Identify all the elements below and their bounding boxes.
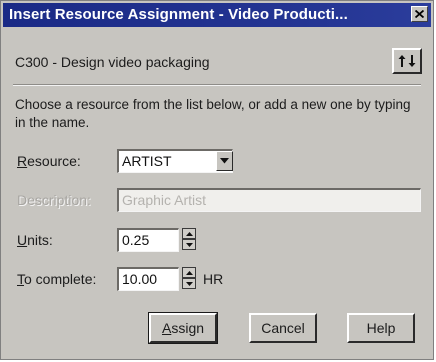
assign-button-label: Assign xyxy=(161,320,205,336)
close-icon xyxy=(415,10,424,18)
to-complete-value: 10.00 xyxy=(122,271,158,287)
help-button[interactable]: Help xyxy=(347,313,415,343)
to-complete-spin-down[interactable] xyxy=(183,279,195,288)
resource-value: ARTIST xyxy=(122,153,172,169)
to-complete-spin-up[interactable] xyxy=(183,268,195,277)
units-spin-down[interactable] xyxy=(183,240,195,249)
chevron-down-icon xyxy=(220,158,229,164)
title-bar[interactable]: Insert Resource Assignment - Video Produ… xyxy=(3,3,431,27)
units-spinner[interactable] xyxy=(182,228,196,250)
arrow-down-icon xyxy=(185,281,193,286)
arrow-up-icon xyxy=(185,231,193,236)
close-button[interactable] xyxy=(411,6,428,22)
units-value: 0.25 xyxy=(122,232,150,248)
description-value: Graphic Artist xyxy=(122,192,207,208)
window-title: Insert Resource Assignment - Video Produ… xyxy=(9,6,348,23)
insert-resource-dialog: Insert Resource Assignment - Video Produ… xyxy=(0,0,434,360)
description-field: Graphic Artist xyxy=(117,188,421,212)
to-complete-label: To complete: xyxy=(17,271,97,287)
arrow-up-icon xyxy=(185,270,193,275)
sort-button[interactable] xyxy=(392,48,422,74)
to-complete-spinner[interactable] xyxy=(182,267,196,289)
time-unit-label: HR xyxy=(203,271,224,287)
description-label: Description: xyxy=(17,192,91,208)
separator xyxy=(13,84,421,86)
units-input[interactable]: 0.25 xyxy=(117,228,179,252)
cancel-button-label: Cancel xyxy=(261,320,305,336)
cancel-button[interactable]: Cancel xyxy=(249,313,317,343)
to-complete-input[interactable]: 10.00 xyxy=(117,267,179,291)
assign-button[interactable]: Assign xyxy=(148,312,218,344)
arrow-down-icon xyxy=(185,242,193,247)
units-spin-up[interactable] xyxy=(183,229,195,238)
resource-dropdown-button[interactable] xyxy=(216,151,233,171)
task-name-label: C300 - Design video packaging xyxy=(15,54,210,70)
resource-label: Resource: xyxy=(17,153,81,169)
instructions-text: Choose a resource from the list below, o… xyxy=(15,97,411,130)
sort-up-down-icon xyxy=(398,55,416,67)
help-button-label: Help xyxy=(366,320,396,336)
units-label: Units: xyxy=(17,232,53,248)
